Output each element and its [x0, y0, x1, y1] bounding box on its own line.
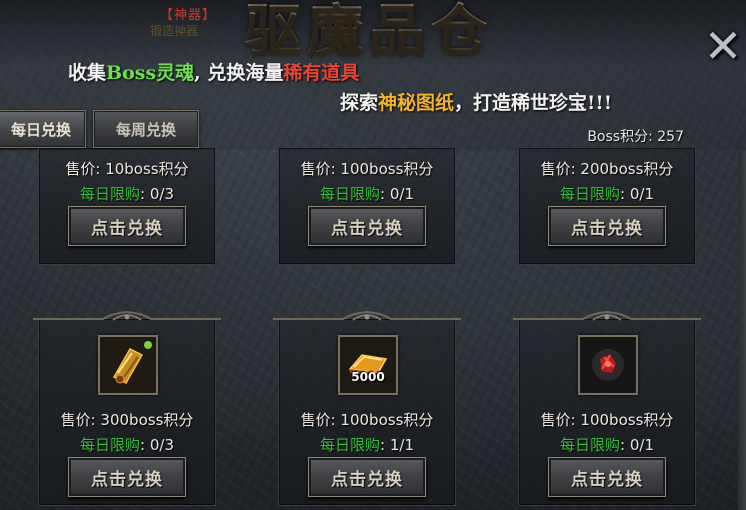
artifact-tag: 【神器】 [160, 8, 217, 23]
shop-item-card: 售价: 300boss积分 每日限购: 0/3 点击兑换 [33, 311, 221, 506]
card-ornament [273, 311, 461, 321]
tab-daily-exchange[interactable]: 每日兑换 [0, 110, 86, 148]
boss-points: Boss积分: 257 [587, 126, 684, 146]
boss-points-value: 257 [657, 129, 684, 145]
item-limit: 每日限购: 0/1 [279, 183, 455, 204]
limit-value: 1/1 [389, 436, 414, 454]
limit-value: 0/3 [149, 436, 174, 454]
boss-points-label: Boss积分: [587, 129, 653, 145]
limit-value: 0/1 [389, 185, 414, 203]
slogan-2-part-1: 探索 [340, 92, 379, 114]
exchange-button[interactable]: 点击兑换 [308, 206, 426, 246]
limit-label: 每日限购 [320, 436, 381, 454]
limit-value: 0/3 [149, 185, 174, 203]
item-quantity: 5000 [351, 370, 385, 384]
item-slot[interactable] [578, 335, 638, 395]
exchange-button[interactable]: 点击兑换 [548, 206, 666, 246]
slogan-2-part-3: ，打造稀世珍宝!!! [454, 92, 613, 114]
page-title: 驱魔品仓 [245, 0, 493, 67]
limit-label: 每日限购 [560, 436, 621, 454]
limit-label: 每日限购 [80, 185, 141, 203]
card-ornament [33, 311, 221, 321]
limit-separator: : [380, 185, 386, 203]
slogan-1-part-3: , 兑换海量 [194, 62, 284, 84]
exchange-button[interactable]: 点击兑换 [308, 457, 426, 497]
slogan-line-1: 收集Boss灵魂, 兑换海量稀有道具 [68, 58, 359, 85]
item-price: 售价: 10boss积分 [65, 160, 189, 178]
close-icon: ✕ [703, 19, 743, 73]
limit-separator: : [620, 185, 626, 203]
shop-item-card: 售价: 100boss积分 每日限购: 0/1 点击兑换 [513, 311, 701, 506]
shop-item-card: 售价: 10boss积分 每日限购: 0/3 点击兑换 [38, 148, 216, 265]
limit-separator: : [140, 436, 146, 454]
limit-separator: : [140, 185, 146, 203]
slogan-1-part-1: 收集 [68, 62, 107, 84]
limit-label: 每日限购 [320, 185, 381, 203]
limit-separator: : [380, 436, 386, 454]
artifact-tag-ghost: 锻造神器 [150, 24, 199, 38]
limit-value: 0/1 [629, 436, 654, 454]
limit-label: 每日限购 [560, 185, 621, 203]
slogan-line-2: 探索神秘图纸，打造稀世珍宝!!! [340, 88, 612, 115]
limit-separator: : [620, 436, 626, 454]
slogan-1-part-4: 稀有道具 [283, 62, 360, 84]
item-slot[interactable] [98, 335, 158, 395]
exchange-button[interactable]: 点击兑换 [548, 457, 666, 497]
item-price: 售价: 100boss积分 [540, 411, 674, 429]
item-limit: 每日限购: 0/3 [39, 434, 215, 455]
exchange-button[interactable]: 点击兑换 [68, 206, 186, 246]
item-slot[interactable]: 5000 [338, 335, 398, 395]
item-price: 售价: 200boss积分 [540, 160, 674, 178]
shop-item-card: 5000 售价: 100boss积分 每日限购: 1/1 点击兑换 [273, 311, 461, 506]
item-limit: 每日限购: 0/3 [39, 183, 215, 204]
shop-item-card: 售价: 100boss积分 每日限购: 0/1 点击兑换 [278, 148, 456, 265]
card-ornament [513, 311, 701, 321]
item-price: 售价: 100boss积分 [300, 160, 434, 178]
red-soul-icon [580, 337, 636, 393]
tab-weekly-exchange[interactable]: 每周兑换 [93, 110, 199, 148]
panel-edge [738, 150, 746, 510]
slogan-1-part-2: Boss灵魂 [106, 62, 195, 84]
item-limit: 每日限购: 1/1 [279, 434, 455, 455]
exchange-button[interactable]: 点击兑换 [68, 457, 186, 497]
limit-value: 0/1 [629, 185, 654, 203]
item-limit: 每日限购: 0/1 [519, 434, 695, 455]
gold-ingot-icon [340, 337, 396, 393]
close-button[interactable]: ✕ [702, 20, 744, 72]
limit-label: 每日限购 [80, 436, 141, 454]
item-price: 售价: 100boss积分 [300, 411, 434, 429]
item-price: 售价: 300boss积分 [60, 411, 194, 429]
shop-item-card: 售价: 200boss积分 每日限购: 0/1 点击兑换 [518, 148, 696, 265]
slogan-2-part-2: 神秘图纸 [378, 92, 455, 114]
item-limit: 每日限购: 0/1 [519, 183, 695, 204]
scroll-icon [100, 337, 156, 393]
